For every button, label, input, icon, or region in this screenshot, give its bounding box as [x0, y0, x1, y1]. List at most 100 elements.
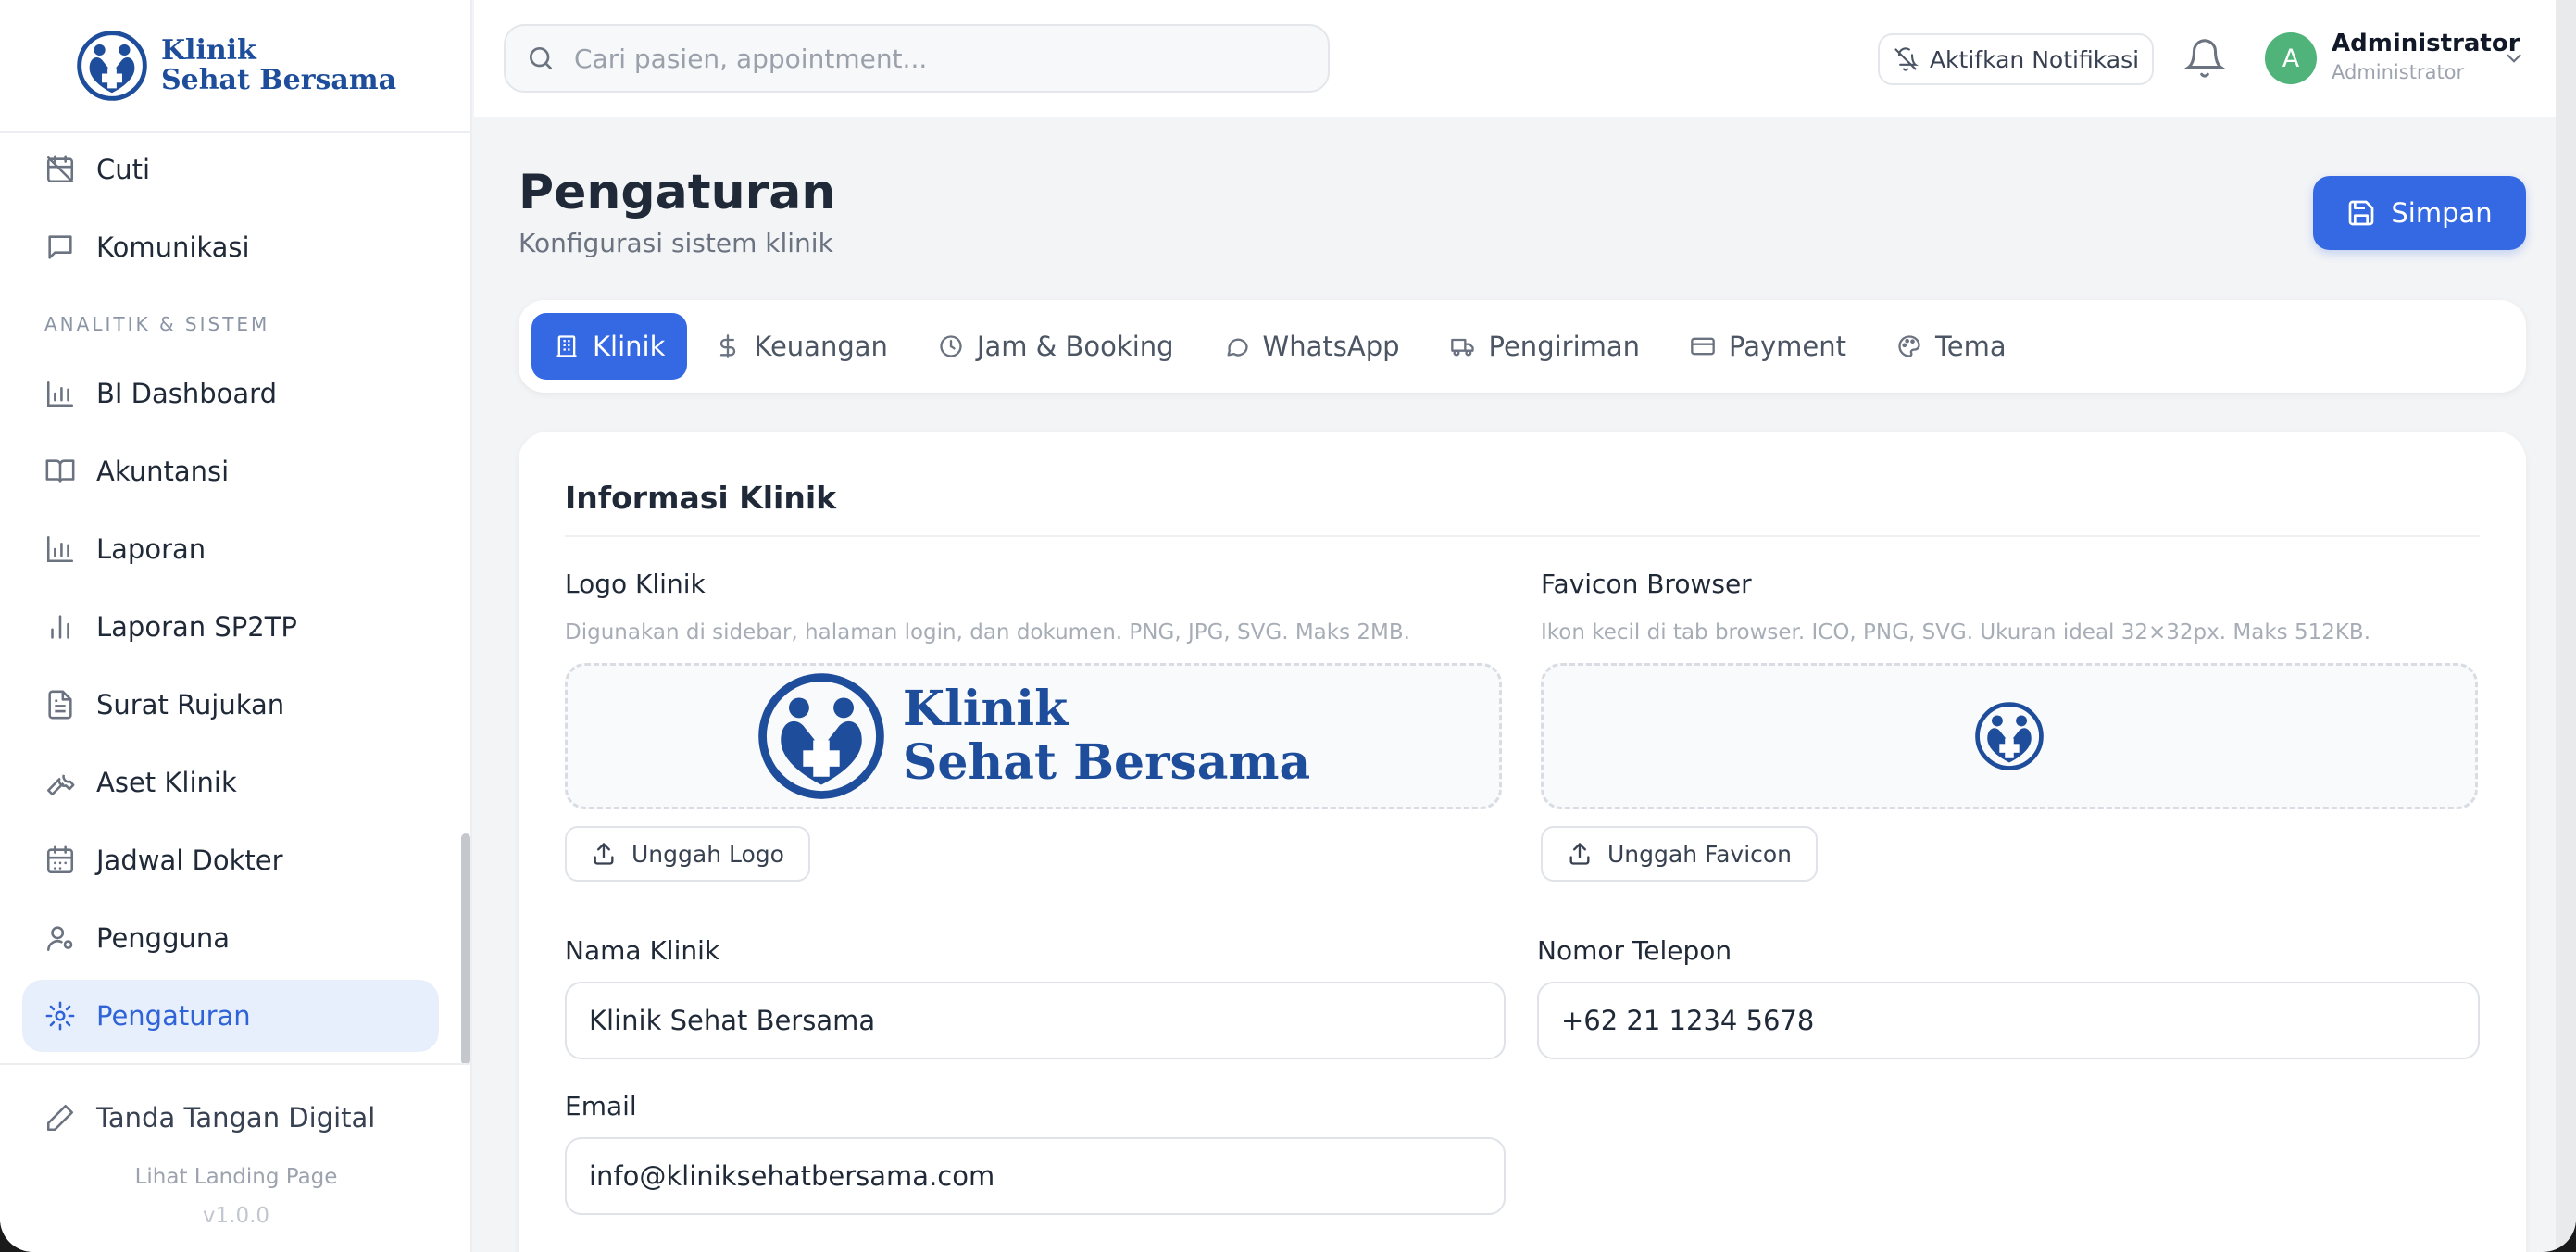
top-bar: Aktifkan Notifikasi A Administrator Admi…	[474, 0, 2576, 117]
sidebar-item-laporan[interactable]: Laporan	[22, 513, 439, 585]
tab-label: Klinik	[593, 331, 666, 362]
tab-klinik[interactable]: Klinik	[531, 313, 688, 380]
upload-favicon-label: Unggah Favicon	[1607, 840, 1793, 868]
sidebar-nav: Cuti Komunikasi ANALITIK & SISTEM BI Das…	[22, 133, 439, 1058]
email-label: Email	[565, 1091, 637, 1121]
credit-card-icon	[1691, 337, 1715, 356]
sidebar-section-label: ANALITIK & SISTEM	[44, 313, 270, 335]
sidebar-item-bi-dashboard[interactable]: BI Dashboard	[22, 357, 439, 430]
dollar-icon	[720, 334, 736, 358]
logo-help: Digunakan di sidebar, halaman login, dan…	[565, 620, 1410, 645]
sidebar-item-aset-klinik[interactable]: Aset Klinik	[22, 746, 439, 819]
tab-tema[interactable]: Tema	[1874, 313, 2029, 380]
page-scrollbar[interactable]	[2556, 0, 2576, 1252]
sidebar-item-label: Tanda Tangan Digital	[96, 1102, 376, 1133]
tab-jam-booking[interactable]: Jam & Booking	[916, 313, 1196, 380]
tab-label: Payment	[1729, 331, 1847, 362]
sidebar-item-label: Laporan SP2TP	[96, 611, 297, 643]
tab-keuangan[interactable]: Keuangan	[693, 313, 910, 380]
sidebar-item-jadwal-dokter[interactable]: Jadwal Dokter	[22, 824, 439, 896]
user-cog-icon	[46, 926, 73, 952]
favicon-help: Ikon kecil di tab browser. ICO, PNG, SVG…	[1541, 620, 2371, 645]
chevron-down-icon[interactable]	[2502, 46, 2526, 70]
clinic-name-input[interactable]	[565, 982, 1506, 1059]
sidebar-item-label: Pengguna	[96, 922, 231, 954]
divider	[565, 535, 2480, 537]
bar-chart-icon	[46, 380, 74, 407]
logo-line-1: Klinik	[902, 681, 1069, 737]
tab-label: Jam & Booking	[976, 331, 1174, 362]
wrench-icon	[46, 774, 75, 796]
upload-logo-label: Unggah Logo	[631, 840, 784, 868]
logo-label: Logo Klinik	[565, 569, 706, 599]
truck-icon	[1450, 338, 1474, 357]
favicon-image	[1975, 702, 2044, 770]
landing-page-link[interactable]: Lihat Landing Page	[0, 1165, 472, 1189]
clinic-logo-icon	[77, 31, 147, 101]
page-subtitle: Konfigurasi sistem klinik	[519, 228, 833, 258]
tab-label: Tema	[1935, 331, 2007, 362]
sidebar-item-label: Cuti	[96, 154, 151, 185]
sidebar-scrollbar[interactable]	[461, 833, 470, 1065]
logo-dropzone[interactable]: Klinik Sehat Bersama	[565, 663, 1502, 809]
tab-label: WhatsApp	[1262, 331, 1400, 362]
phone-input[interactable]	[1537, 982, 2480, 1059]
settings-tabs: Klinik Keuangan Jam & Booking WhatsApp P…	[519, 300, 2526, 393]
user-role: Administrator	[2332, 61, 2465, 83]
tab-whatsapp[interactable]: WhatsApp	[1202, 313, 1422, 380]
tab-label: Keuangan	[754, 331, 888, 362]
logo-wordmark: Klinik Sehat Bersama	[903, 682, 1310, 790]
search-box[interactable]	[504, 24, 1330, 93]
upload-favicon-button[interactable]: Unggah Favicon	[1541, 826, 1819, 882]
tab-label: Pengiriman	[1488, 331, 1641, 362]
brand-name: Klinik Sehat Bersama	[161, 36, 396, 95]
page-title: Pengaturan	[519, 165, 836, 220]
bar-chart-icon	[46, 535, 74, 563]
avatar[interactable]: A	[2265, 32, 2317, 84]
sidebar-item-label: Jadwal Dokter	[96, 845, 283, 876]
search-icon	[530, 47, 552, 69]
brand-line-1: Klinik	[160, 34, 256, 67]
enable-notifications-button[interactable]: Aktifkan Notifikasi	[1878, 33, 2154, 85]
sidebar-item-pengaturan[interactable]: Pengaturan	[22, 980, 439, 1052]
app-version: v1.0.0	[202, 1204, 270, 1228]
logo-line-2: Sehat Bersama	[902, 734, 1311, 791]
sidebar-item-surat-rujukan[interactable]: Surat Rujukan	[22, 669, 439, 741]
save-button-label: Simpan	[2391, 197, 2493, 229]
building-icon	[556, 335, 577, 357]
save-button[interactable]: Simpan	[2313, 176, 2526, 250]
sidebar-item-cuti[interactable]: Cuti	[22, 133, 439, 206]
pen-icon	[46, 1104, 74, 1132]
upload-icon	[1569, 842, 1590, 865]
sidebar-item-label: Laporan	[96, 533, 206, 565]
sidebar-item-tanda-tangan[interactable]: Tanda Tangan Digital	[44, 1102, 375, 1133]
clinic-logo-image	[758, 673, 884, 799]
upload-icon	[594, 842, 614, 865]
bar-chart-2-icon	[51, 615, 69, 639]
sidebar-item-komunikasi[interactable]: Komunikasi	[22, 211, 439, 283]
phone-label: Nomor Telepon	[1537, 935, 1732, 966]
search-input[interactable]	[574, 43, 1296, 74]
brand-logo[interactable]: Klinik Sehat Bersama	[0, 0, 472, 133]
palette-icon	[1898, 335, 1920, 357]
calendar-icon	[46, 845, 74, 874]
sidebar-item-label: Surat Rujukan	[96, 689, 285, 720]
email-input[interactable]	[565, 1137, 1506, 1215]
favicon-label: Favicon Browser	[1541, 569, 1752, 599]
tab-payment[interactable]: Payment	[1668, 313, 1869, 380]
gear-icon	[45, 1001, 75, 1031]
message-square-icon	[48, 235, 72, 259]
sidebar-item-pengguna[interactable]: Pengguna	[22, 902, 439, 974]
favicon-dropzone[interactable]	[1541, 663, 2478, 809]
upload-logo-button[interactable]: Unggah Logo	[565, 826, 810, 882]
sidebar-item-akuntansi[interactable]: Akuntansi	[22, 435, 439, 507]
chat-bubble-icon	[1227, 338, 1248, 357]
tab-pengiriman[interactable]: Pengiriman	[1428, 313, 1663, 380]
brand-line-2: Sehat Bersama	[160, 64, 397, 96]
sidebar-item-laporan-sp2tp[interactable]: Laporan SP2TP	[22, 591, 439, 663]
clock-icon	[940, 335, 962, 357]
bell-icon[interactable]	[2183, 37, 2226, 80]
app-window: Klinik Sehat Bersama Cuti Komunikasi ANA…	[0, 0, 2576, 1252]
sidebar-item-label: Pengaturan	[96, 1000, 251, 1032]
user-name[interactable]: Administrator	[2332, 30, 2520, 57]
